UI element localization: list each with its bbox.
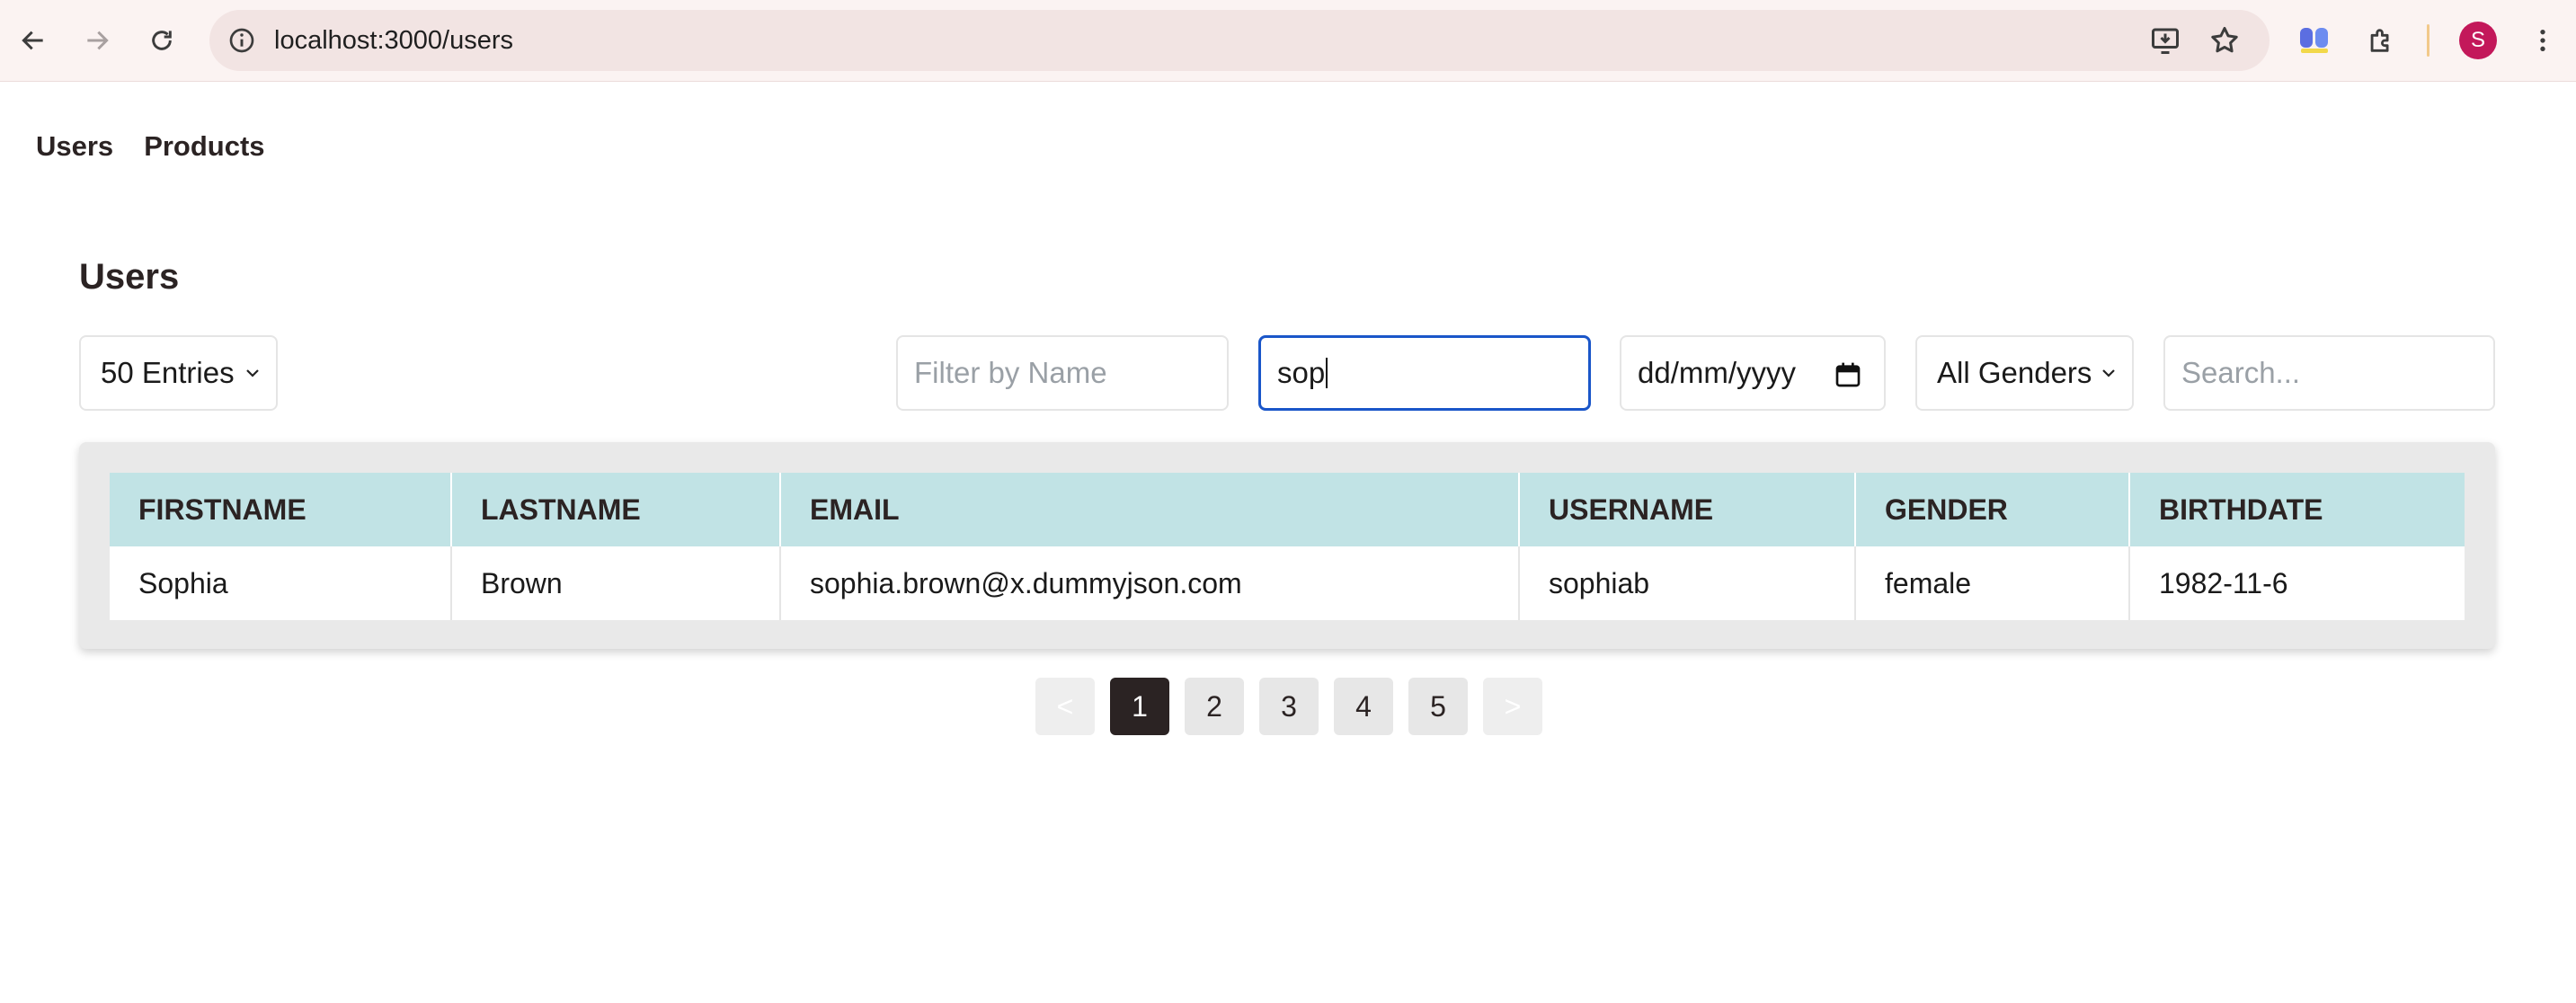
page-button-2[interactable]: 2	[1185, 678, 1244, 735]
pagination: < 1 2 3 4 5 >	[1035, 678, 1542, 735]
cell-firstname: Sophia	[110, 546, 452, 620]
url-text[interactable]: localhost:3000/users	[274, 10, 513, 71]
entries-select-value: 50 Entries	[101, 356, 235, 389]
entries-select[interactable]: 50 Entries	[79, 335, 278, 411]
chevron-down-icon	[2102, 369, 2115, 377]
browser-toolbar: localhost:3000/users S	[0, 0, 2576, 82]
top-nav: Users Products	[36, 130, 265, 163]
cell-gender: female	[1855, 546, 2130, 620]
table-header-row: FIRSTNAME LASTNAME EMAIL USERNAME GENDER…	[110, 473, 2465, 546]
next-page-button[interactable]: >	[1483, 678, 1542, 735]
column-header-username[interactable]: USERNAME	[1519, 473, 1856, 546]
page-button-4[interactable]: 4	[1334, 678, 1393, 735]
nav-link-products[interactable]: Products	[144, 130, 264, 163]
column-header-email[interactable]: EMAIL	[780, 473, 1520, 546]
cell-email: sophia.brown@x.dummyjson.com	[780, 546, 1520, 620]
gender-select[interactable]: All Genders	[1915, 335, 2134, 411]
column-header-birthdate[interactable]: BIRTHDATE	[2129, 473, 2465, 546]
profile-avatar[interactable]: S	[2459, 22, 2497, 59]
extension-colorful-icon[interactable]	[2294, 20, 2335, 61]
nav-link-users[interactable]: Users	[36, 130, 113, 163]
gender-select-value: All Genders	[1937, 356, 2092, 389]
page-button-5[interactable]: 5	[1408, 678, 1468, 735]
users-table: FIRSTNAME LASTNAME EMAIL USERNAME GENDER…	[110, 473, 2465, 620]
text-cursor	[1326, 358, 1328, 388]
extensions-puzzle-icon[interactable]	[2360, 20, 2402, 61]
column-header-lastname[interactable]: LASTNAME	[451, 473, 781, 546]
toolbar-divider	[2427, 24, 2429, 57]
install-app-icon[interactable]	[2149, 24, 2181, 57]
page-button-1[interactable]: 1	[1110, 678, 1169, 735]
cell-lastname: Brown	[451, 546, 781, 620]
cell-birthdate: 1982-11-6	[2129, 546, 2465, 620]
filter-username-value: sop	[1277, 356, 1326, 389]
table-row[interactable]: Sophia Brown sophia.brown@x.dummyjson.co…	[110, 546, 2465, 620]
search-input[interactable]	[2163, 335, 2495, 411]
calendar-icon[interactable]	[1834, 360, 1862, 389]
page-button-3[interactable]: 3	[1259, 678, 1319, 735]
date-placeholder: dd/mm/yyyy	[1638, 356, 1797, 389]
column-header-gender[interactable]: GENDER	[1855, 473, 2130, 546]
site-info-icon[interactable]	[227, 26, 256, 55]
cell-username: sophiab	[1519, 546, 1856, 620]
users-table-card: FIRSTNAME LASTNAME EMAIL USERNAME GENDER…	[79, 442, 2495, 649]
back-icon[interactable]	[13, 20, 54, 61]
reload-icon[interactable]	[141, 20, 182, 61]
prev-page-button[interactable]: <	[1035, 678, 1095, 735]
forward-icon[interactable]	[76, 20, 118, 61]
more-menu-icon[interactable]	[2522, 20, 2563, 61]
page-title: Users	[79, 257, 180, 297]
filter-name-input[interactable]	[896, 335, 1229, 411]
bookmark-star-icon[interactable]	[2208, 24, 2241, 57]
address-bar[interactable]: localhost:3000/users	[209, 10, 2270, 71]
filter-username-input[interactable]: sop	[1258, 335, 1591, 411]
column-header-firstname[interactable]: FIRSTNAME	[110, 473, 452, 546]
birthdate-filter-input[interactable]: dd/mm/yyyy	[1620, 335, 1886, 411]
chevron-down-icon	[246, 369, 259, 377]
